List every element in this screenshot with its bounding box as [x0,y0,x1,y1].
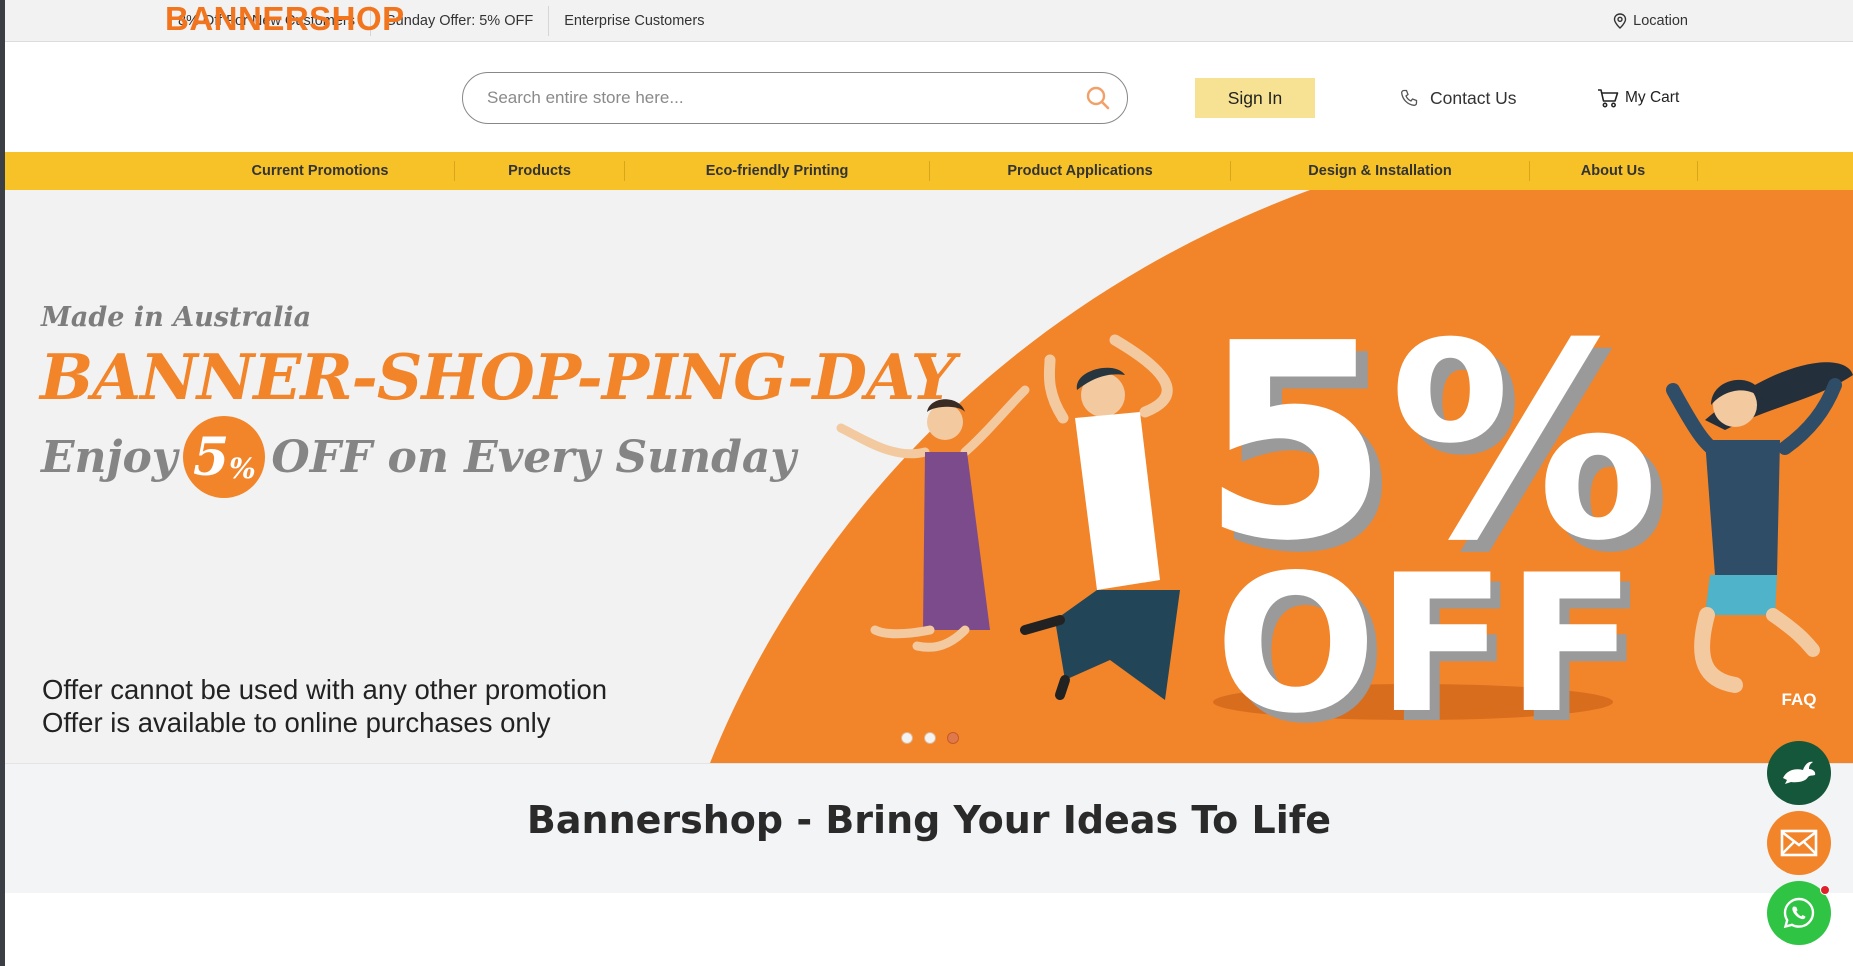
banner-percent-badge: 5 % [183,416,266,498]
header: BANNERSHOP Sign In Contact Us My Cart [5,0,1853,152]
banner-terms: Offer cannot be used with any other prom… [42,673,607,739]
page: 8% Off For New Customers Sunday Offer: 5… [5,0,1853,966]
banner-terms-line-2: Offer is available to online purchases o… [42,707,551,738]
faq-button[interactable]: FAQ [1767,668,1831,732]
sign-in-button[interactable]: Sign In [1195,78,1315,118]
nav-current-promotions[interactable]: Current Promotions [205,152,435,190]
logo[interactable]: BANNERSHOP [165,0,405,74]
tagline-section: Bannershop - Bring Your Ideas To Life [5,763,1853,893]
banner-percent-sign: % [229,451,256,485]
carousel-dots [901,732,959,744]
contact-us-label: Contact Us [1430,87,1517,108]
notification-dot [1820,885,1830,895]
nav-eco-friendly-printing[interactable]: Eco-friendly Printing [625,152,929,190]
search-box [462,72,1128,124]
carousel-dot-1[interactable] [901,732,913,744]
banner-enjoy-line: Enjoy 5 % OFF on Every Sunday [41,416,796,498]
location-link[interactable]: Location [1613,0,1688,42]
big-off-text: OFF [1215,534,1636,755]
top-link-enterprise[interactable]: Enterprise Customers [549,6,719,36]
hero-banner[interactable]: 5% 5% OFF OFF Made in Australia BANNER-S… [5,190,1853,763]
mail-icon [1780,829,1818,857]
location-label: Location [1633,13,1688,29]
rabbit-chat-button[interactable] [1767,741,1831,805]
banner-off-text: OFF on Every Sunday [271,431,796,483]
phone-icon [1401,89,1418,106]
nav-products[interactable]: Products [455,152,624,190]
banner-enjoy-word: Enjoy [41,431,178,483]
contact-us-link[interactable]: Contact Us [1400,78,1517,118]
nav-divider [1697,161,1698,181]
main-nav: Current Promotions Products Eco-friendly… [5,152,1853,190]
search-icon[interactable] [1085,85,1111,111]
big-offer-graphic: 5% 5% OFF OFF [1201,285,1671,763]
location-pin-icon [1613,13,1627,29]
nav-about-us[interactable]: About Us [1530,152,1696,190]
banner-title: BANNER-SHOP-PING-DAY [40,340,956,414]
rabbit-icon [1783,761,1816,784]
whatsapp-icon [1783,897,1815,929]
banner-terms-line-1: Offer cannot be used with any other prom… [42,674,608,705]
tagline-heading: Bannershop - Bring Your Ideas To Life [526,798,1332,842]
my-cart-label: My Cart [1625,89,1680,106]
nav-design-installation[interactable]: Design & Installation [1231,152,1529,190]
carousel-dot-3[interactable] [947,732,959,744]
banner-made-in: Made in Australia [41,302,312,333]
nav-product-applications[interactable]: Product Applications [930,152,1230,190]
carousel-dot-2[interactable] [924,732,936,744]
my-cart-link[interactable]: My Cart [1597,78,1679,118]
banner-percent-number: 5 [192,426,230,488]
search-input[interactable] [487,88,1085,108]
email-button[interactable] [1767,811,1831,875]
cart-icon [1598,89,1619,108]
